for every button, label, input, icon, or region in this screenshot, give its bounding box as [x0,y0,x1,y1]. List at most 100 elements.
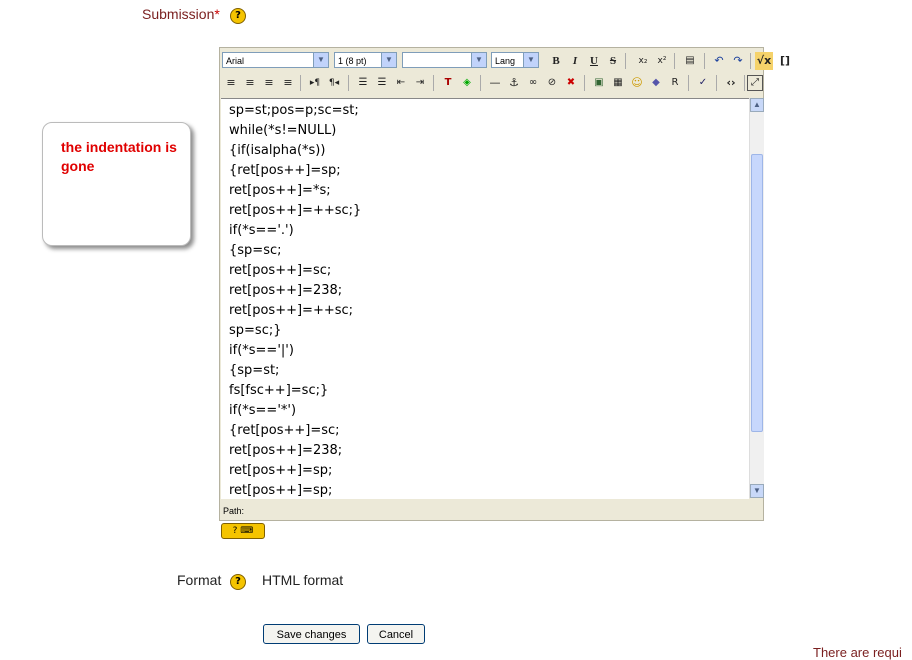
insert-table-icon[interactable]: ▦ [609,74,627,92]
subscript-icon[interactable]: x₂ [634,52,652,70]
unordered-list-icon[interactable]: ☰ [373,74,391,92]
chevron-down-icon: ▼ [471,53,486,67]
font-size-select[interactable]: 1 (8 pt) ▼ [334,52,397,68]
submission-label: Submission* [142,6,220,22]
rtl-icon[interactable]: ¶◂ [325,74,343,92]
toolbar-separator [674,53,675,69]
special-char-icon[interactable]: ◆ [647,74,665,92]
code-line: ret[pos++]=sp; [229,463,333,478]
ordered-list-icon[interactable]: ☰ [354,74,372,92]
toolbar-separator [716,75,717,91]
anchor-icon[interactable]: ⚓ [505,74,523,92]
editor-scrollbar[interactable]: ▲ ▼ [749,98,764,498]
background-color-icon[interactable]: ◈ [458,74,476,92]
help-icon[interactable]: ? [230,8,246,24]
editor-toolbar-row-1: Arial ▼ 1 (8 pt) ▼ ▼ Lang ▼ B I U S x₂ x² ▤… [220,50,790,72]
code-line: fs[fsc++]=sc;} [229,383,329,398]
smiley-icon[interactable]: ☺ [628,74,646,92]
chevron-down-icon: ▼ [381,53,396,67]
code-line: {sp=sc; [229,243,282,258]
font-family-select[interactable]: Arial ▼ [222,52,329,68]
text-color-icon[interactable]: T [439,74,457,92]
style-select[interactable]: ▼ [402,52,487,68]
underline-icon[interactable]: U [585,52,603,70]
help-icon[interactable]: ? [230,574,246,590]
align-center-icon[interactable]: ≡ [241,74,259,92]
code-line: if(*s=='*') [229,403,297,418]
insert-image-icon[interactable]: ▣ [590,74,608,92]
editor-toolbar-row-2: ≡ ≡ ≡ ≡ ▸¶ ¶◂ ☰ ☰ ⇤ ⇥ T ◈ — ⚓ ∞ ⊘ ✖ ▣ ▦ … [220,72,763,94]
code-line: {ret[pos++]=sp; [229,163,341,178]
search-replace-icon[interactable]: R [666,74,684,92]
bold-icon[interactable]: B [547,52,565,70]
required-marker: * [214,6,220,22]
align-left-icon[interactable]: ≡ [222,74,240,92]
no-link-icon[interactable]: ✖ [562,74,580,92]
toolbar-separator [480,75,481,91]
toolbar-separator [688,75,689,91]
code-line: sp=st;pos=p;sc=st; [229,103,359,118]
horizontal-rule-icon[interactable]: — [486,74,504,92]
annotation-callout: the indentation is gone [42,122,191,246]
align-justify-icon[interactable]: ≡ [279,74,297,92]
undo-icon[interactable]: ↶ [710,52,728,70]
toolbar-separator [750,53,751,69]
toolbar-separator [625,53,626,69]
toolbar-separator [300,75,301,91]
outdent-icon[interactable]: ⇤ [392,74,410,92]
html-source-icon[interactable]: ‹› [722,74,740,92]
toolbar-separator [744,75,745,91]
chevron-down-icon: ▼ [313,53,328,67]
font-size-value: 1 (8 pt) [338,56,367,66]
keyboard-help-icon[interactable]: ? ⌨ [221,523,265,539]
code-line: ret[pos++]=sp; [229,483,333,498]
annotation-text: the indentation is gone [61,139,177,174]
save-changes-button[interactable]: Save changes [263,624,360,644]
toolbar-separator [704,53,705,69]
italic-icon[interactable]: I [566,52,584,70]
format-label: Format [177,572,222,588]
toolbar-separator [584,75,585,91]
code-line: ret[pos++]=sc; [229,263,332,278]
unlink-icon[interactable]: ⊘ [543,74,561,92]
submission-label-text: Submission [142,6,215,22]
code-line: ret[pos++]=*s; [229,183,331,198]
link-icon[interactable]: ∞ [524,74,542,92]
code-line: if(*s=='.') [229,223,294,238]
code-line: ret[pos++]=++sc;} [229,203,362,218]
path-label: Path: [223,506,245,516]
indent-icon[interactable]: ⇥ [411,74,429,92]
fullscreen-icon[interactable]: ⤢ [747,75,763,91]
format-value: HTML format [262,572,344,588]
code-line: ret[pos++]=++sc; [229,303,354,318]
redo-icon[interactable]: ↷ [729,52,747,70]
align-right-icon[interactable]: ≡ [260,74,278,92]
equation-icon[interactable]: √x [755,52,773,70]
strikethrough-icon[interactable]: S [604,52,622,70]
html-editor: Arial ▼ 1 (8 pt) ▼ ▼ Lang ▼ B I U S x₂ x² ▤… [219,47,790,521]
code-line: {ret[pos++]=sc; [229,423,340,438]
superscript-icon[interactable]: x² [653,52,671,70]
code-line: sp=sc;} [229,323,282,338]
language-select[interactable]: Lang ▼ [491,52,539,68]
code-line: ret[pos++]=238; [229,283,343,298]
font-family-value: Arial [226,56,245,66]
code-line: while(*s!=NULL) [229,123,337,138]
code-line: {sp=st; [229,363,280,378]
clean-word-icon[interactable]: ▤ [681,52,699,70]
code-line: ret[pos++]=238; [229,443,343,458]
scroll-down-icon[interactable]: ▼ [750,484,764,498]
code-line: if(*s=='|') [229,343,294,358]
language-value: Lang [495,56,516,66]
cancel-button[interactable]: Cancel [367,624,425,644]
scrollbar-thumb[interactable] [751,154,763,432]
spellcheck-icon[interactable]: ✓ [694,74,712,92]
chevron-down-icon: ▼ [523,53,538,67]
editor-path-bar: Path: [220,503,763,519]
toolbar-separator [433,75,434,91]
code-line: {if(isalpha(*s)) [229,143,326,158]
scroll-up-icon[interactable]: ▲ [750,98,764,112]
editor-content-area[interactable]: sp=st;pos=p;sc=st; while(*s!=NULL) {if(i… [221,98,749,499]
ltr-icon[interactable]: ▸¶ [306,74,324,92]
nolink-icon[interactable]: [] [776,52,794,70]
